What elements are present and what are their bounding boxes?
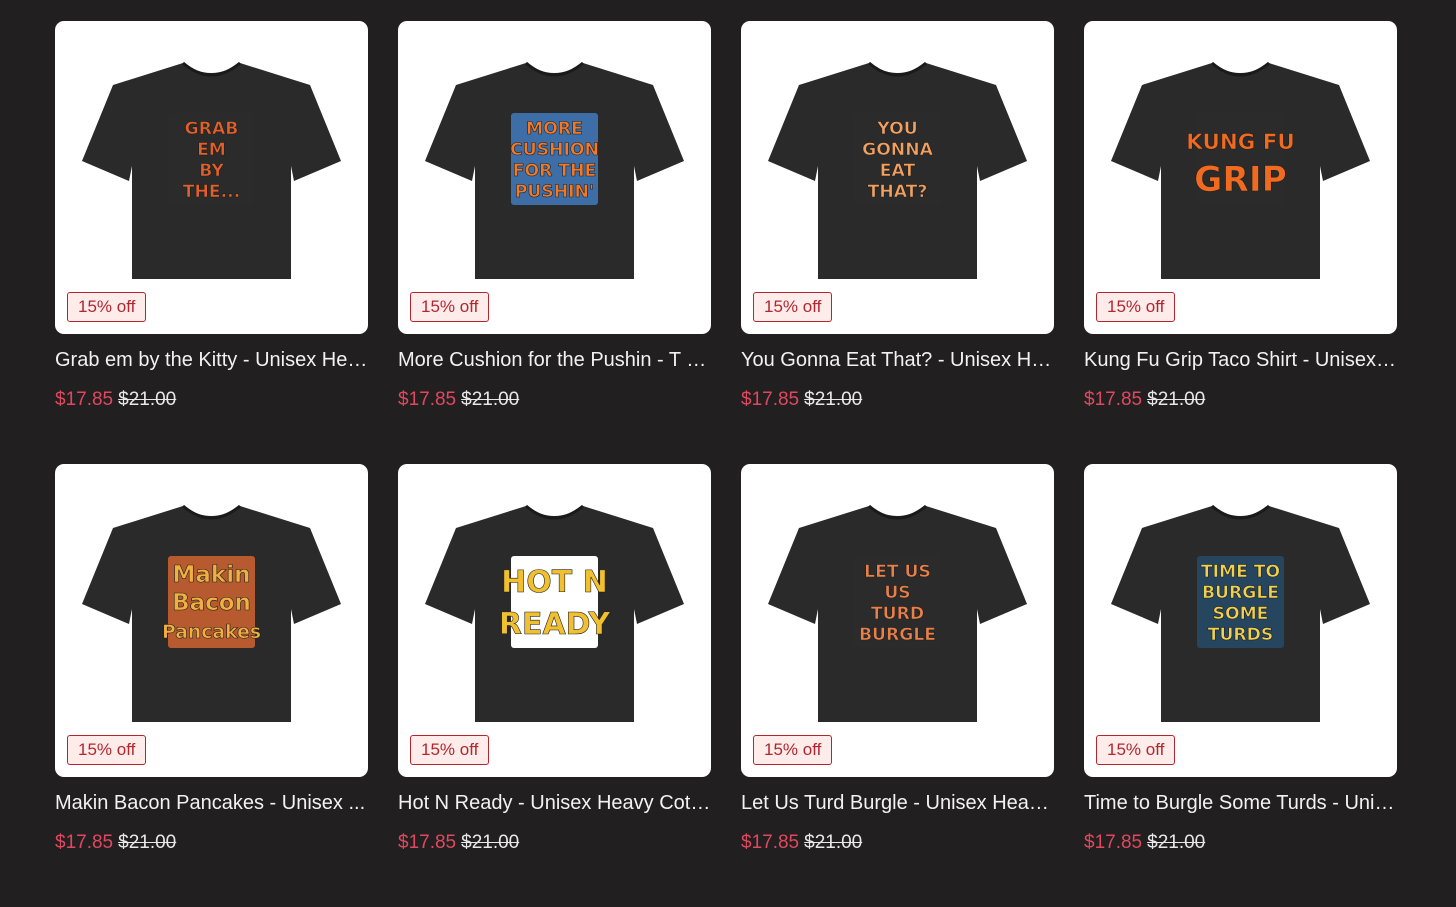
original-price: $21.00 xyxy=(804,832,863,853)
product-grid: GRAB EM BY THE... 15% off Grab em by the Ki… xyxy=(55,21,1397,907)
tshirt-icon: YOUGONNAEATTHAT? xyxy=(768,61,1027,279)
sale-price: $17.85 xyxy=(741,832,800,853)
sale-price: $17.85 xyxy=(741,389,800,410)
print-text: BURGLE xyxy=(859,625,936,645)
discount-badge: 15% off xyxy=(410,735,490,765)
print-text: Pancakes xyxy=(162,622,261,643)
print-text: PUSHIN' xyxy=(515,182,594,202)
product-title[interactable]: Time to Burgle Some Turds - Unis... xyxy=(1084,791,1397,815)
print-text: KUNG FU xyxy=(1186,130,1294,155)
product-image[interactable]: KUNG FU GRIP 15% off xyxy=(1084,21,1397,334)
discount-badge: 15% off xyxy=(67,292,147,322)
product-title[interactable]: Makin Bacon Pancakes - Unisex ... xyxy=(55,791,368,815)
print-text: BY xyxy=(199,161,224,181)
original-price: $21.00 xyxy=(804,389,863,410)
product-image[interactable]: GRAB EM BY THE... 15% off xyxy=(55,21,368,334)
product-image[interactable]: YOU GONNA EAT THAT? 15% off xyxy=(741,21,1054,334)
tshirt-icon: GRABEMBYTHE... xyxy=(82,61,341,279)
tshirt-icon: MakinBacon Pancakes xyxy=(82,504,341,722)
product-image[interactable]: MORE CUSHION FOR THE PUSHIN' 15% off xyxy=(398,21,711,334)
product-card[interactable]: LET US US TURD BURGLE 15% off Let Us Turd B… xyxy=(741,464,1054,907)
original-price: $21.00 xyxy=(118,832,177,853)
discount-badge: 15% off xyxy=(1096,735,1176,765)
sale-price: $17.85 xyxy=(55,389,114,410)
tshirt-icon: LET USUSTURDBURGLE xyxy=(768,504,1027,722)
print-text: TURDS xyxy=(1208,625,1274,645)
sale-price: $17.85 xyxy=(398,832,457,853)
print-text: BURGLE xyxy=(1202,583,1279,603)
print-text: Makin xyxy=(173,562,251,588)
print-text: GONNA xyxy=(862,140,933,160)
product-card[interactable]: KUNG FU GRIP 15% off Kung Fu Grip Taco Sh… xyxy=(1084,21,1397,464)
product-card[interactable]: MORE CUSHION FOR THE PUSHIN' 15% off More C… xyxy=(398,21,711,464)
product-image[interactable]: TIME TO BURGLE SOME TURDS 15% off xyxy=(1084,464,1397,777)
print-text: THAT? xyxy=(868,182,928,202)
print-text: SOME xyxy=(1213,604,1269,624)
product-title[interactable]: Grab em by the Kitty - Unisex Hea... xyxy=(55,348,368,372)
product-card[interactable]: Makin Bacon Pancakes 15% off Makin Bacon P… xyxy=(55,464,368,907)
product-title[interactable]: You Gonna Eat That? - Unisex He... xyxy=(741,348,1054,372)
print-text: FOR THE xyxy=(513,161,596,181)
print-text: EM xyxy=(197,140,226,160)
print-text: US xyxy=(884,583,910,603)
sale-price: $17.85 xyxy=(1084,389,1143,410)
original-price: $21.00 xyxy=(118,389,177,410)
print-text: CUSHION xyxy=(510,140,599,160)
price-row: $17.85 $21.00 xyxy=(741,388,1054,412)
product-card[interactable]: GRAB EM BY THE... 15% off Grab em by the Ki… xyxy=(55,21,368,464)
print-text: YOU xyxy=(876,119,917,139)
sale-price: $17.85 xyxy=(1084,832,1143,853)
product-title[interactable]: Hot N Ready - Unisex Heavy Cott... xyxy=(398,791,711,815)
product-card[interactable]: HOT N READY 15% off Hot N Ready - Unisex … xyxy=(398,464,711,907)
original-price: $21.00 xyxy=(1147,832,1206,853)
tshirt-icon: HOT N READY xyxy=(425,504,684,722)
print-text: MORE xyxy=(526,119,583,139)
original-price: $21.00 xyxy=(1147,389,1206,410)
print-text: READY xyxy=(499,607,612,642)
price-row: $17.85 $21.00 xyxy=(1084,388,1397,412)
price-row: $17.85 $21.00 xyxy=(1084,831,1397,855)
product-title[interactable]: Let Us Turd Burgle - Unisex Heavy... xyxy=(741,791,1054,815)
discount-badge: 15% off xyxy=(753,735,833,765)
original-price: $21.00 xyxy=(461,832,520,853)
tshirt-icon: KUNG FU GRIP xyxy=(1111,61,1370,279)
discount-badge: 15% off xyxy=(753,292,833,322)
print-text: EAT xyxy=(880,161,916,181)
print-text: TURD xyxy=(871,604,924,624)
print-text: LET US xyxy=(864,562,931,582)
product-title[interactable]: More Cushion for the Pushin - T S... xyxy=(398,348,711,372)
print-text: TIME TO xyxy=(1201,562,1280,582)
tshirt-icon: MORECUSHIONFOR THEPUSHIN' xyxy=(425,61,684,279)
print-text: GRIP xyxy=(1194,160,1287,200)
product-card[interactable]: TIME TO BURGLE SOME TURDS 15% off Time to B… xyxy=(1084,464,1397,907)
original-price: $21.00 xyxy=(461,389,520,410)
discount-badge: 15% off xyxy=(1096,292,1176,322)
price-row: $17.85 $21.00 xyxy=(741,831,1054,855)
price-row: $17.85 $21.00 xyxy=(398,831,711,855)
product-image[interactable]: HOT N READY 15% off xyxy=(398,464,711,777)
print-text: THE... xyxy=(183,182,240,202)
price-row: $17.85 $21.00 xyxy=(398,388,711,412)
price-row: $17.85 $21.00 xyxy=(55,831,368,855)
discount-badge: 15% off xyxy=(67,735,147,765)
product-card[interactable]: YOU GONNA EAT THAT? 15% off You Gonna Eat T… xyxy=(741,21,1054,464)
print-text: Bacon xyxy=(172,590,251,616)
product-title[interactable]: Kung Fu Grip Taco Shirt - Unisex ... xyxy=(1084,348,1397,372)
discount-badge: 15% off xyxy=(410,292,490,322)
sale-price: $17.85 xyxy=(55,832,114,853)
sale-price: $17.85 xyxy=(398,389,457,410)
print-text: GRAB xyxy=(185,119,239,139)
tshirt-icon: TIME TOBURGLESOMETURDS xyxy=(1111,504,1370,722)
product-image[interactable]: LET US US TURD BURGLE 15% off xyxy=(741,464,1054,777)
product-image[interactable]: Makin Bacon Pancakes 15% off xyxy=(55,464,368,777)
price-row: $17.85 $21.00 xyxy=(55,388,368,412)
print-text: HOT N xyxy=(501,565,608,600)
